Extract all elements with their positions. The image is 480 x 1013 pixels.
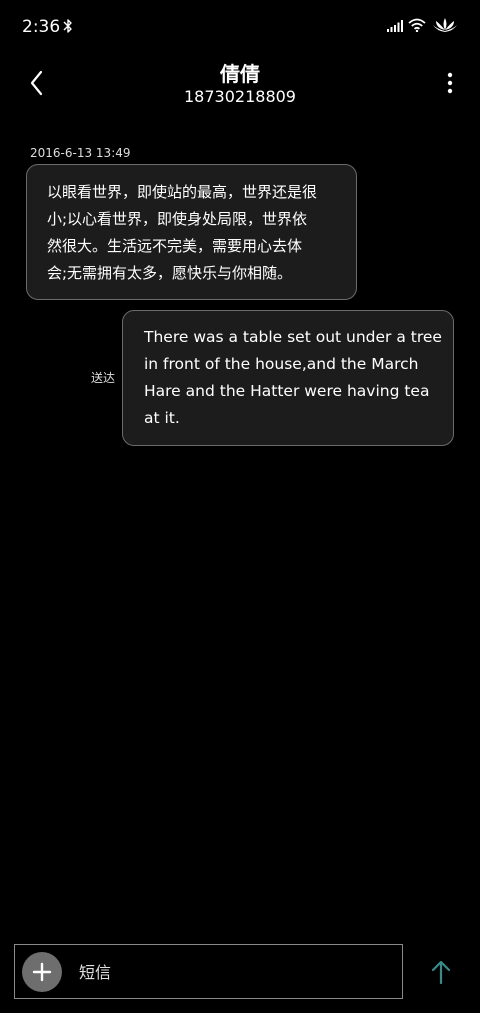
back-button[interactable]: [22, 66, 52, 100]
more-options-button[interactable]: [438, 68, 462, 98]
message-timestamp: 2016-6-13 13:49: [30, 146, 131, 160]
contact-name: 倩倩: [220, 62, 260, 86]
outgoing-message-bubble[interactable]: There was a table set out under a tree i…: [122, 310, 454, 446]
delivery-status: 送达: [91, 371, 116, 385]
wifi-icon: [408, 18, 426, 32]
add-attachment-button[interactable]: [22, 952, 62, 992]
incoming-message-bubble[interactable]: 以眼看世界，即使站的最高，世界还是很 小;以心看世界，即使身处局限，世界依 然很…: [26, 164, 357, 300]
chevron-left-icon: [30, 70, 43, 96]
more-vertical-icon: [447, 72, 453, 94]
bluetooth-icon: [63, 19, 72, 33]
plus-icon: [32, 962, 52, 982]
message-input[interactable]: [79, 954, 389, 990]
status-bar: 2:36: [0, 0, 480, 52]
signal-icon: [387, 20, 403, 32]
conversation-header: 倩倩 18730218809: [0, 52, 480, 114]
send-button[interactable]: [428, 958, 454, 986]
contact-number: 18730218809: [184, 87, 296, 106]
lotus-icon: [433, 18, 457, 32]
status-time: 2:36: [22, 17, 61, 37]
composer: [14, 944, 403, 999]
arrow-up-icon: [431, 960, 451, 985]
